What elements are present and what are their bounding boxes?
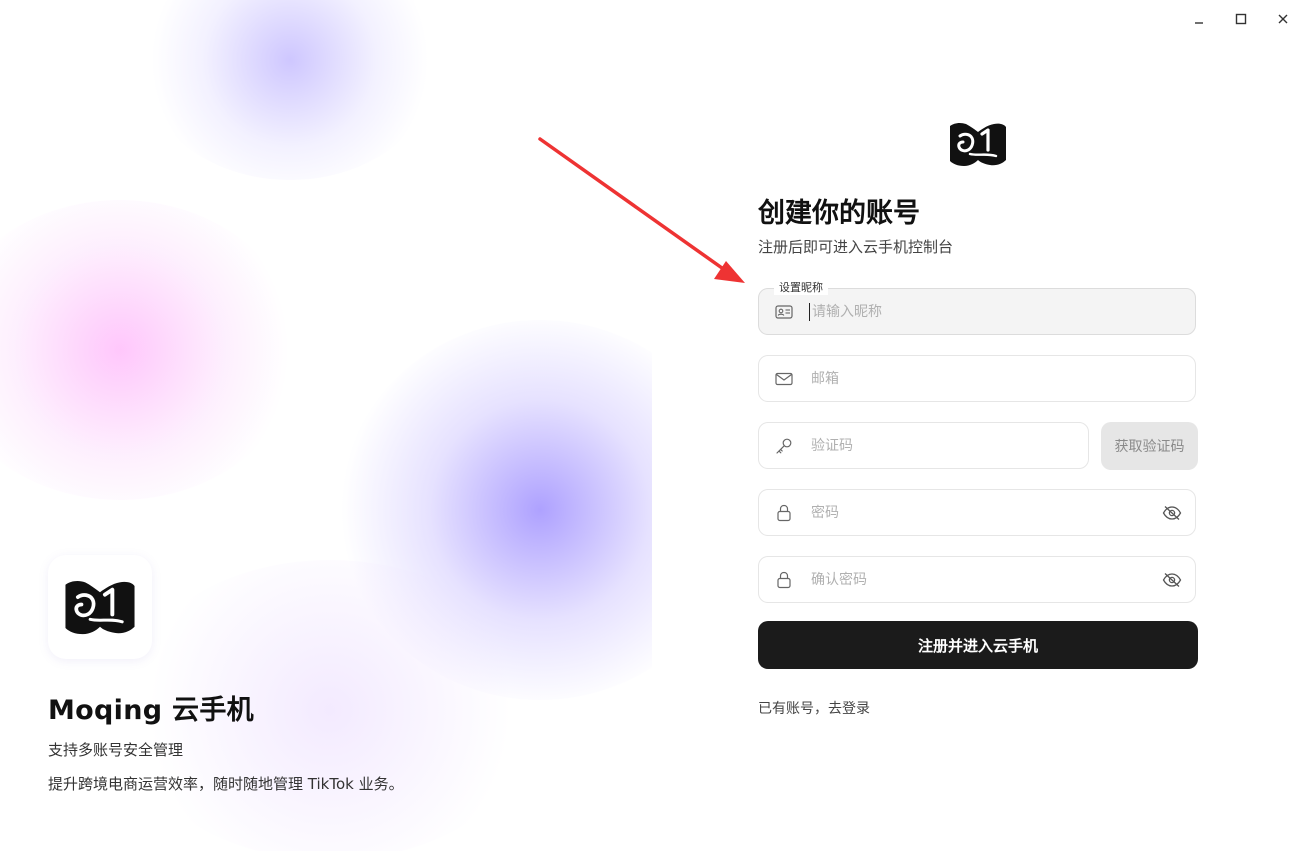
hero-description: 提升跨境电商运营效率，随时随地管理 TikTok 业务。 xyxy=(48,775,404,793)
email-input[interactable] xyxy=(809,356,1195,401)
minimize-button[interactable] xyxy=(1186,8,1212,30)
close-icon xyxy=(1278,14,1288,24)
password-input[interactable] xyxy=(809,490,1149,535)
minimize-icon xyxy=(1195,22,1203,24)
get-code-button[interactable]: 获取验证码 xyxy=(1101,422,1198,470)
password-field[interactable] xyxy=(758,489,1196,536)
nickname-field[interactable] xyxy=(758,288,1196,335)
form-title: 创建你的账号 xyxy=(758,198,920,229)
eye-off-icon[interactable] xyxy=(1149,572,1195,588)
app-logo-card xyxy=(48,555,152,659)
lock-icon xyxy=(759,504,809,522)
mail-icon xyxy=(759,372,809,386)
hero-panel: Moqing 云手机 支持多账号安全管理 提升跨境电商运营效率，随时随地管理 T… xyxy=(0,0,652,851)
key-icon xyxy=(759,437,809,455)
email-field[interactable] xyxy=(758,355,1196,402)
maximize-icon xyxy=(1235,13,1247,25)
gradient-blob xyxy=(0,200,300,500)
moqing-logo-icon xyxy=(65,581,135,635)
form-subtitle: 注册后即可进入云手机控制台 xyxy=(758,238,954,256)
id-card-icon xyxy=(759,304,809,319)
confirm-password-field[interactable] xyxy=(758,556,1196,603)
nickname-label: 设置昵称 xyxy=(774,281,828,295)
lock-icon xyxy=(759,571,809,589)
close-button[interactable] xyxy=(1270,8,1296,30)
confirm-password-input[interactable] xyxy=(809,557,1149,602)
maximize-button[interactable] xyxy=(1228,8,1254,30)
verification-code-field[interactable] xyxy=(758,422,1089,469)
eye-off-icon[interactable] xyxy=(1149,505,1195,521)
hero-title: Moqing 云手机 xyxy=(48,695,254,726)
moqing-logo-icon xyxy=(950,122,1006,166)
gradient-blob xyxy=(140,0,440,180)
register-button[interactable]: 注册并进入云手机 xyxy=(758,621,1198,669)
login-link[interactable]: 已有账号，去登录 xyxy=(758,698,870,718)
nickname-input[interactable] xyxy=(809,302,1195,321)
hero-subtitle: 支持多账号安全管理 xyxy=(48,741,184,759)
verification-code-input[interactable] xyxy=(809,423,1088,468)
